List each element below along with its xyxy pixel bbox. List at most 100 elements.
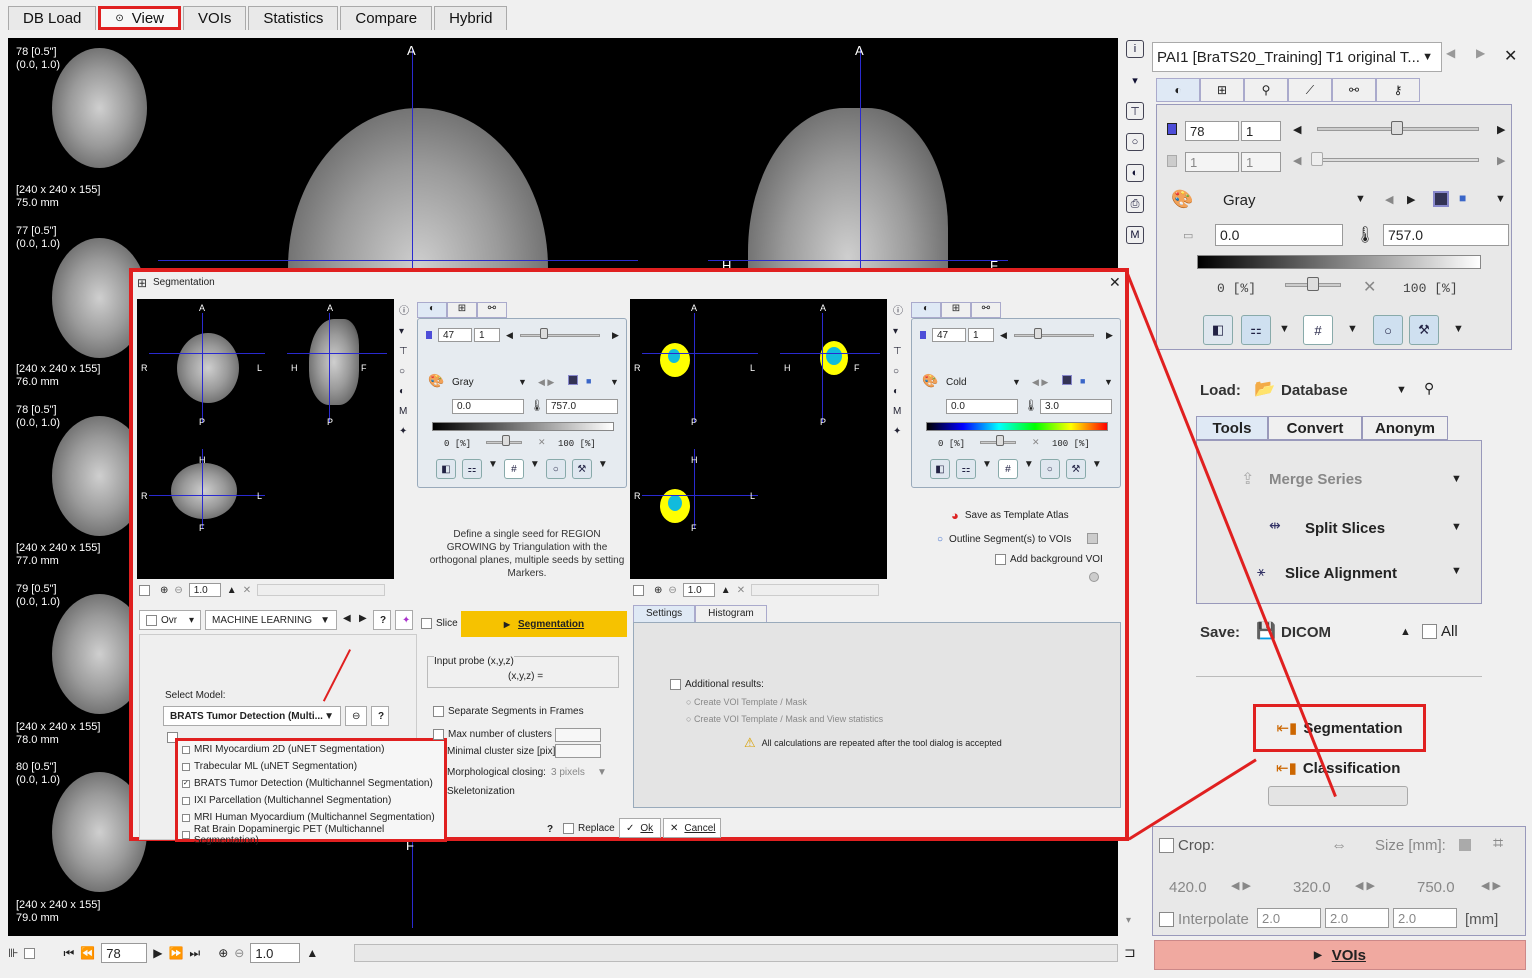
circle-icon[interactable]: ○ [545,459,566,479]
info-icon[interactable]: ⓘ [399,302,411,322]
crop-checkbox[interactable]: Crop: [1159,837,1215,854]
save-all-checkbox[interactable]: All [1422,623,1458,640]
model-item-selected[interactable]: ✓ BRATS Tumor Detection (Multichannel Seg… [178,775,444,792]
print-icon[interactable]: ⎙ [1126,195,1144,213]
circle-icon[interactable]: ○ [1039,459,1060,479]
chevron-down-icon[interactable]: ▼ [1355,193,1366,205]
chevron-down-icon[interactable]: ▼ [610,377,619,387]
zoom-out-icon[interactable]: ⊖ [174,585,182,596]
split-slices-button[interactable]: Split Slices [1305,520,1385,537]
grid-tab-icon[interactable]: ⊞ [1200,78,1244,102]
model-dropdown[interactable]: BRATS Tumor Detection (Multi... ▼ [163,706,341,726]
separate-segments-checkbox[interactable]: Separate Segments in Frames [433,706,584,717]
chevron-down-icon[interactable]: ▾ [1126,71,1144,89]
model-item[interactable]: IXI Parcellation (Multichannel Segmentat… [178,792,444,809]
zoom-in-icon[interactable]: ⊕ [218,946,228,960]
circle-icon[interactable]: ○ [399,362,411,382]
series-select[interactable]: PAI1 [BraTS20_Training] T1 original T...… [1152,42,1442,72]
max-field[interactable]: 757.0 [1383,224,1509,246]
close-icon[interactable]: ✕ [1109,274,1121,291]
slice-checkbox[interactable]: Slice [421,618,458,629]
close-icon[interactable]: ✕ [1032,437,1040,448]
grid-tab-icon[interactable]: ⊞ [447,302,477,318]
tab-convert[interactable]: Convert [1268,416,1362,440]
layout-icon[interactable]: ⊪ [8,946,18,960]
contrast-tab-icon[interactable]: ◐ [1156,78,1200,102]
outline-color-box[interactable] [1087,533,1098,544]
contrast-icon[interactable]: ◐ [399,382,411,402]
zoom-up-icon[interactable]: ▲ [721,585,731,596]
model-item[interactable]: Rat Brain Dopaminergic PET (Multichannel… [178,824,444,846]
min-field[interactable]: 0.0 [946,399,1018,414]
overlay-icon[interactable]: ⚏ [956,459,976,479]
slice-field[interactable]: 47 [438,328,472,342]
chevron-down-icon[interactable]: ▼ [1451,565,1462,577]
ovr-dropdown[interactable]: Ovr ▾ [139,610,201,630]
close-icon[interactable]: ✕ [737,585,745,596]
chevron-down-icon[interactable]: ▼ [530,459,540,479]
slice-slider[interactable] [520,334,600,337]
chevron-down-icon[interactable]: ▾ [399,322,411,342]
next-fast-icon[interactable]: ⏩ [168,946,183,960]
prev-icon[interactable]: ◀ ▶ [538,377,554,388]
chevron-down-icon[interactable]: ▼ [1012,377,1021,387]
thumbnail-brain[interactable] [52,48,147,168]
max-field[interactable]: 757.0 [546,399,618,414]
scrollbar[interactable] [751,584,880,596]
slice-input[interactable]: 78 [101,943,148,963]
slice-slider-thumb[interactable] [1391,121,1403,135]
classification-button[interactable]: ⇤▮ Classification [1276,759,1400,778]
chevron-down-icon[interactable]: ▼ [1347,323,1358,335]
marker-icon[interactable]: M [399,402,411,422]
tab-anonym[interactable]: Anonym [1362,416,1448,440]
lut-options-icon[interactable]: ■ [1459,191,1466,205]
tools-icon[interactable]: ⚒ [1065,459,1086,479]
marker-tab-icon[interactable]: ⚷ [1376,78,1420,102]
model-help-button[interactable]: ? [371,706,389,726]
thermometer-icon[interactable]: 🌡 [1355,225,1375,245]
next-icon[interactable]: ▶ [359,613,367,624]
tab-tools[interactable]: Tools [1196,416,1268,440]
close-icon[interactable]: ✕ [243,585,251,596]
scroll-down-icon[interactable]: ▾ [1126,915,1142,931]
help-icon[interactable]: ? [547,824,553,835]
frame-field[interactable]: 1 [1241,121,1281,141]
contrast-icon[interactable]: ◐ [1126,164,1144,182]
pct-slider-thumb[interactable] [996,435,1004,446]
tab-hybrid[interactable]: Hybrid [434,6,508,30]
contrast-tab-icon[interactable]: ◐ [417,302,447,318]
lut-invert-icon[interactable] [1062,375,1072,385]
palette-icon[interactable]: 🎨 [922,373,938,389]
right-ortho-view[interactable]: A R L P A H F P H R L F [630,299,887,579]
run-segmentation-button[interactable]: ▶ Segmentation [461,611,627,637]
chevron-down-icon[interactable]: ▼ [598,459,608,479]
zoom-in-icon[interactable]: ⊕ [654,585,662,596]
slice-alignment-button[interactable]: Slice Alignment [1285,565,1397,582]
prev-icon[interactable]: ◀ [343,613,351,624]
save-format[interactable]: DICOM [1281,624,1331,641]
slice-field[interactable]: 47 [932,328,966,342]
thermometer-icon[interactable]: 🌡 [1024,399,1038,412]
checkbox[interactable] [633,584,644,596]
chevron-up-icon[interactable]: ▲ [1400,626,1411,638]
marker-pin-icon[interactable]: ✦ [395,610,413,630]
layout-icon[interactable]: ⊤ [1126,102,1144,120]
tab-settings[interactable]: Settings [633,605,696,623]
create-template-stats-radio[interactable]: ○ Create VOI Template / Mask and View st… [686,714,883,724]
layout-icon[interactable]: ⊤ [399,342,411,362]
chevron-down-icon[interactable]: ▼ [1451,521,1462,533]
tools-icon[interactable]: ⚒ [1409,315,1439,345]
slice-field[interactable]: 78 [1185,121,1239,141]
ok-button[interactable]: ✓ Ok [619,818,661,838]
close-icon[interactable]: ✕ [1363,277,1376,297]
grid-icon[interactable]: # [503,459,524,479]
fusion-icon[interactable]: ◧ [930,459,950,479]
first-slice-icon[interactable]: ⏮ [63,946,74,961]
prev-series-icon[interactable]: ◀ [1446,46,1455,60]
pin-icon[interactable]: ✦ [893,422,905,442]
model-item[interactable]: MRI Myocardium 2D (uNET Segmentation) [178,741,444,758]
min-field[interactable]: 0.0 [1215,224,1343,246]
replace-checkbox[interactable]: Replace [563,823,615,834]
frame-field[interactable]: 1 [474,328,500,342]
grid-icon[interactable]: # [997,459,1018,479]
